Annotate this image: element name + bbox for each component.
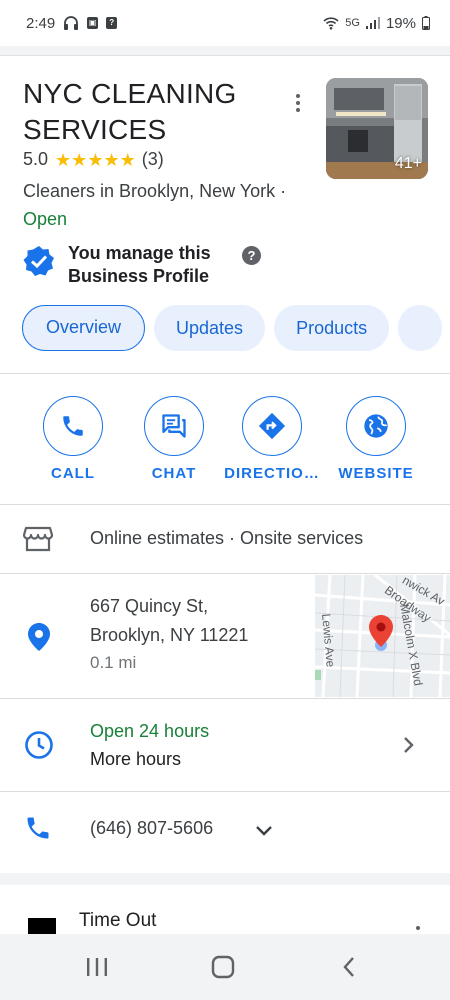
- battery-icon: [422, 16, 430, 30]
- star-icon: ★: [103, 149, 120, 170]
- wifi-icon: [323, 16, 339, 30]
- globe-icon: [346, 396, 406, 456]
- hours-row[interactable]: Open 24 hours More hours: [0, 699, 450, 791]
- manage-profile-row[interactable]: You manage this Business Profile: [23, 242, 228, 288]
- chat-label: CHAT: [151, 465, 197, 482]
- directions-icon: [242, 396, 302, 456]
- tab-updates[interactable]: Updates: [154, 305, 266, 351]
- call-label: CALL: [51, 465, 95, 482]
- map-pin-icon: [369, 615, 393, 652]
- business-category: Cleaners in Brooklyn, New York · Open: [23, 177, 313, 233]
- tab-overview[interactable]: Overview: [22, 305, 146, 351]
- review-count: (3): [141, 149, 164, 169]
- phone-icon: [24, 814, 52, 847]
- related-title: Time Out: [79, 910, 157, 931]
- star-icon: ★: [55, 149, 72, 170]
- unknown-app-icon: ?: [106, 17, 118, 29]
- category-text: Cleaners in Brooklyn, New York: [23, 181, 276, 201]
- notification-icon: ▣: [87, 17, 99, 29]
- star-icon: ★: [119, 149, 136, 170]
- rating-stars: ★ ★ ★ ★ ★: [55, 151, 136, 169]
- address-distance: 0.1 mi: [90, 653, 137, 672]
- home-icon[interactable]: [178, 934, 268, 1000]
- action-buttons: CALL CHAT DIRECTIO… WEBSITE: [0, 375, 450, 503]
- network-type: 5G: [345, 17, 360, 29]
- address-line1: 667 Quincy St,: [90, 596, 209, 616]
- more-hours-link[interactable]: More hours: [90, 749, 181, 770]
- phone-icon: [43, 396, 103, 456]
- back-icon[interactable]: [304, 934, 394, 1000]
- directions-label: DIRECTIO…: [224, 465, 320, 482]
- call-button[interactable]: CALL: [23, 396, 123, 482]
- related-listing[interactable]: Time Out: [0, 885, 450, 938]
- hours-status: Open 24 hours: [90, 721, 210, 741]
- status-bar: 2:49 ▣ ? 5G 19%: [0, 0, 450, 46]
- signal-icon: [365, 17, 380, 29]
- business-photo[interactable]: 41+: [326, 78, 428, 179]
- website-label: WEBSITE: [338, 465, 414, 482]
- verified-badge-icon: [23, 245, 55, 277]
- map-thumbnail[interactable]: Lewis Ave Malcolm X Blvd Broadway nwick …: [315, 575, 450, 697]
- services-text: Online estimates · Onsite services: [90, 528, 364, 548]
- clock-icon: [24, 730, 54, 765]
- star-icon: ★: [87, 149, 104, 170]
- star-icon: ★: [71, 149, 88, 170]
- help-icon[interactable]: ?: [242, 246, 261, 265]
- rating-value: 5.0: [23, 149, 49, 169]
- headphones-icon: [63, 16, 79, 30]
- manage-profile-text: You manage this Business Profile: [68, 243, 211, 286]
- section-separator: [0, 873, 450, 885]
- business-header: NYC CLEANING SERVICES 41+ 5.0 ★ ★ ★ ★ ★ …: [0, 56, 450, 374]
- status-time: 2:49: [26, 14, 56, 32]
- chevron-down-icon[interactable]: [255, 824, 273, 842]
- rating-row[interactable]: 5.0 ★ ★ ★ ★ ★ (3): [23, 149, 164, 170]
- tab-products[interactable]: Products: [274, 305, 390, 351]
- category-separator: ·: [275, 181, 287, 201]
- recent-apps-icon[interactable]: [52, 934, 142, 1000]
- services-row[interactable]: Online estimates · Onsite services: [0, 505, 450, 573]
- open-status: Open: [23, 209, 68, 229]
- storefront-icon: [22, 526, 54, 557]
- tab-next-partial[interactable]: [398, 305, 443, 351]
- chat-button[interactable]: CHAT: [124, 396, 224, 482]
- website-button[interactable]: WEBSITE: [326, 396, 426, 482]
- business-name: NYC CLEANING SERVICES: [23, 78, 237, 145]
- system-nav-bar: [0, 934, 450, 1000]
- battery-percent: 19%: [385, 14, 416, 32]
- address-line2: Brooklyn, NY 11221: [90, 625, 249, 645]
- related-more-icon[interactable]: [416, 926, 420, 930]
- tab-bar: Overview Updates Products: [22, 305, 450, 351]
- divider: [0, 373, 450, 374]
- directions-button[interactable]: DIRECTIO…: [222, 396, 322, 482]
- photo-count: 41+: [394, 155, 422, 172]
- chat-icon: [144, 396, 204, 456]
- phone-row[interactable]: (646) 807-5606: [0, 792, 450, 872]
- location-pin-icon: [28, 623, 50, 656]
- chevron-right-icon[interactable]: [403, 736, 415, 759]
- phone-number: (646) 807-5606: [90, 818, 214, 838]
- more-options-icon[interactable]: [287, 90, 309, 116]
- sheet-handle-area: [0, 46, 450, 56]
